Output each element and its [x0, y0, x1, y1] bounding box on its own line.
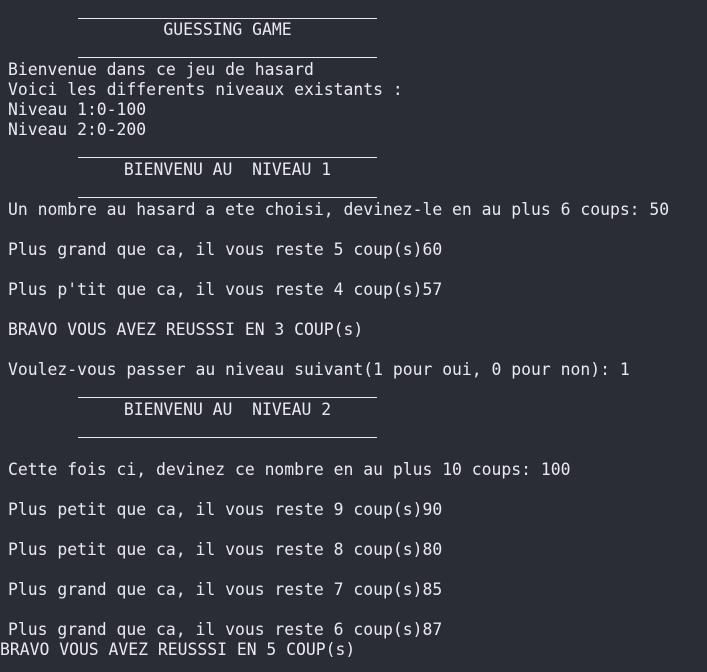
level1-success-line: BRAVO VOUS AVEZ REUSSSI EN 3 COUP(s)	[8, 320, 364, 339]
level1-hint-line: Plus p'tit que ca, il vous reste 4 coup(…	[8, 280, 443, 299]
intro-levels-line: Voici les differents niveaux existants :	[8, 80, 403, 99]
next-level-prompt-line: Voulez-vous passer au niveau suivant(1 p…	[8, 360, 630, 379]
separator-line	[78, 157, 377, 158]
level2-hint-line: Plus petit que ca, il vous reste 8 coup(…	[8, 540, 443, 559]
separator-line	[78, 397, 377, 398]
level2-hint-line: Plus grand que ca, il vous reste 7 coup(…	[8, 580, 443, 599]
game-title: GUESSING GAME	[163, 20, 292, 39]
level2-success-line: BRAVO VOUS AVEZ REUSSSI EN 5 COUP(s)	[0, 640, 356, 659]
separator-line	[78, 197, 377, 198]
intro-level2-range: Niveau 2:0-200	[8, 120, 147, 139]
intro-level1-range: Niveau 1:0-100	[8, 100, 147, 119]
separator-line	[78, 18, 377, 19]
level2-hint-line: Plus petit que ca, il vous reste 9 coup(…	[8, 500, 443, 519]
level1-hint-line: Plus grand que ca, il vous reste 5 coup(…	[8, 240, 443, 259]
level2-prompt-line: Cette fois ci, devinez ce nombre en au p…	[8, 460, 571, 479]
terminal-output[interactable]: GUESSING GAME Bienvenue dans ce jeu de h…	[0, 0, 707, 672]
level2-hint-line: Plus grand que ca, il vous reste 6 coup(…	[8, 620, 443, 639]
level2-title: BIENVENU AU NIVEAU 2	[123, 400, 332, 419]
separator-line	[78, 57, 377, 58]
intro-welcome-line: Bienvenue dans ce jeu de hasard	[8, 60, 314, 79]
separator-line	[78, 437, 377, 438]
level1-prompt-line: Un nombre au hasard a ete choisi, devine…	[8, 200, 670, 219]
level1-title: BIENVENU AU NIVEAU 1	[123, 160, 332, 179]
